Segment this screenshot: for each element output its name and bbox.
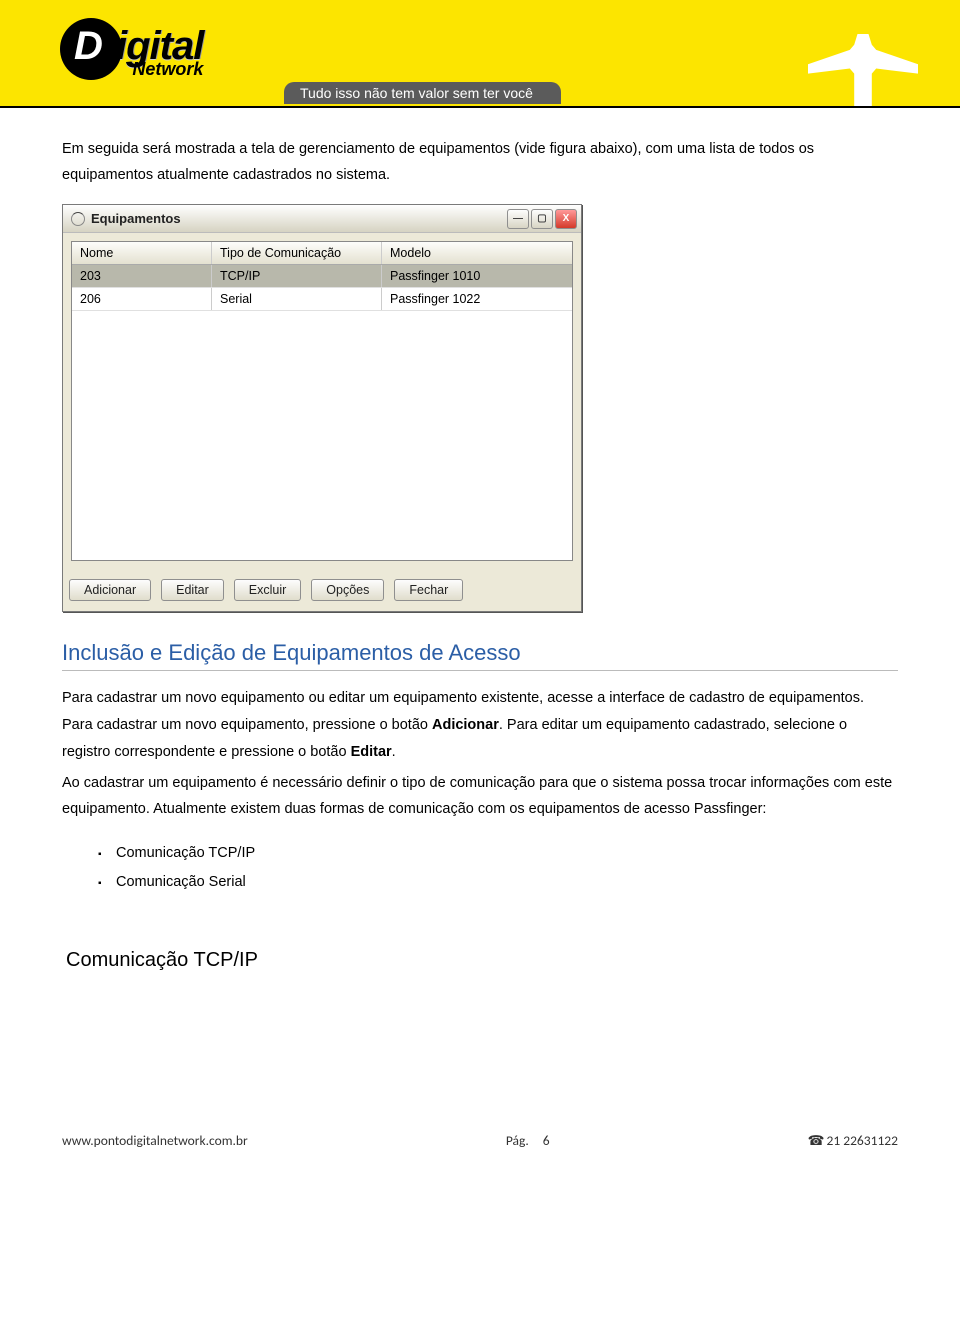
close-button[interactable]: Fechar [394,579,463,601]
maximize-button[interactable]: ▢ [531,209,553,229]
cell-modelo: Passfinger 1010 [382,265,572,287]
section-body-1: Para cadastrar um novo equipamento ou ed… [62,685,898,765]
equipment-grid[interactable]: Nome Tipo de Comunicação Modelo 203 TCP/… [71,241,573,561]
minimize-button[interactable]: — [507,209,529,229]
section-body-2: Ao cadastrar um equipamento é necessário… [62,770,898,824]
cell-nome: 206 [72,288,212,310]
add-button[interactable]: Adicionar [69,579,151,601]
section-heading: Inclusão e Edição de Equipamentos de Ace… [62,640,898,671]
body-text: . [392,744,396,760]
page-label: Pág. [506,1132,529,1149]
table-row[interactable]: 203 TCP/IP Passfinger 1010 [72,265,572,288]
edit-button[interactable]: Editar [161,579,224,601]
cell-nome: 203 [72,265,212,287]
logo-word-digital: igital [116,29,203,63]
cell-tipo: Serial [212,288,382,310]
page-footer: www.pontodigitalnetwork.com.br Pág. 6 ☎2… [0,1132,960,1171]
col-tipo[interactable]: Tipo de Comunicação [212,242,382,264]
page-banner: igital Network Tudo isso não tem valor s… [0,0,960,108]
close-window-button[interactable]: X [555,209,577,229]
bold-adicionar: Adicionar [432,717,499,733]
delete-button[interactable]: Excluir [234,579,302,601]
bullet-list: Comunicação TCP/IP Comunicação Serial [98,839,898,897]
page-number: 6 [543,1132,550,1149]
logo-text: igital Network [116,29,203,80]
dialog-footer: Adicionar Editar Excluir Opções Fechar [63,569,581,611]
list-item: Comunicação TCP/IP [98,839,898,868]
brand-logo: igital Network [60,18,203,80]
intro-paragraph: Em seguida será mostrada a tela de geren… [62,136,898,188]
equipamentos-dialog: Equipamentos — ▢ X Nome Tipo de Comunica… [62,204,582,612]
footer-url: www.pontodigitalnetwork.com.br [62,1132,248,1149]
grid-header: Nome Tipo de Comunicação Modelo [72,242,572,265]
col-nome[interactable]: Nome [72,242,212,264]
footer-phone: 21 22631122 [827,1132,898,1149]
cell-tipo: TCP/IP [212,265,382,287]
dialog-titlebar: Equipamentos — ▢ X [63,205,581,233]
list-item: Comunicação Serial [98,868,898,897]
logo-d-icon [60,18,122,80]
app-icon [71,212,85,226]
table-row[interactable]: 206 Serial Passfinger 1022 [72,288,572,311]
cell-modelo: Passfinger 1022 [382,288,572,310]
bold-editar: Editar [351,744,392,760]
phone-icon: ☎ [808,1132,825,1149]
slogan: Tudo isso não tem valor sem ter você [284,82,561,104]
christ-silhouette-icon [808,34,918,106]
options-button[interactable]: Opções [311,579,384,601]
subsection-heading: Comunicação TCP/IP [66,949,898,972]
dialog-title-text: Equipamentos [91,211,181,226]
logo-word-network: Network [116,59,203,80]
col-modelo[interactable]: Modelo [382,242,572,264]
